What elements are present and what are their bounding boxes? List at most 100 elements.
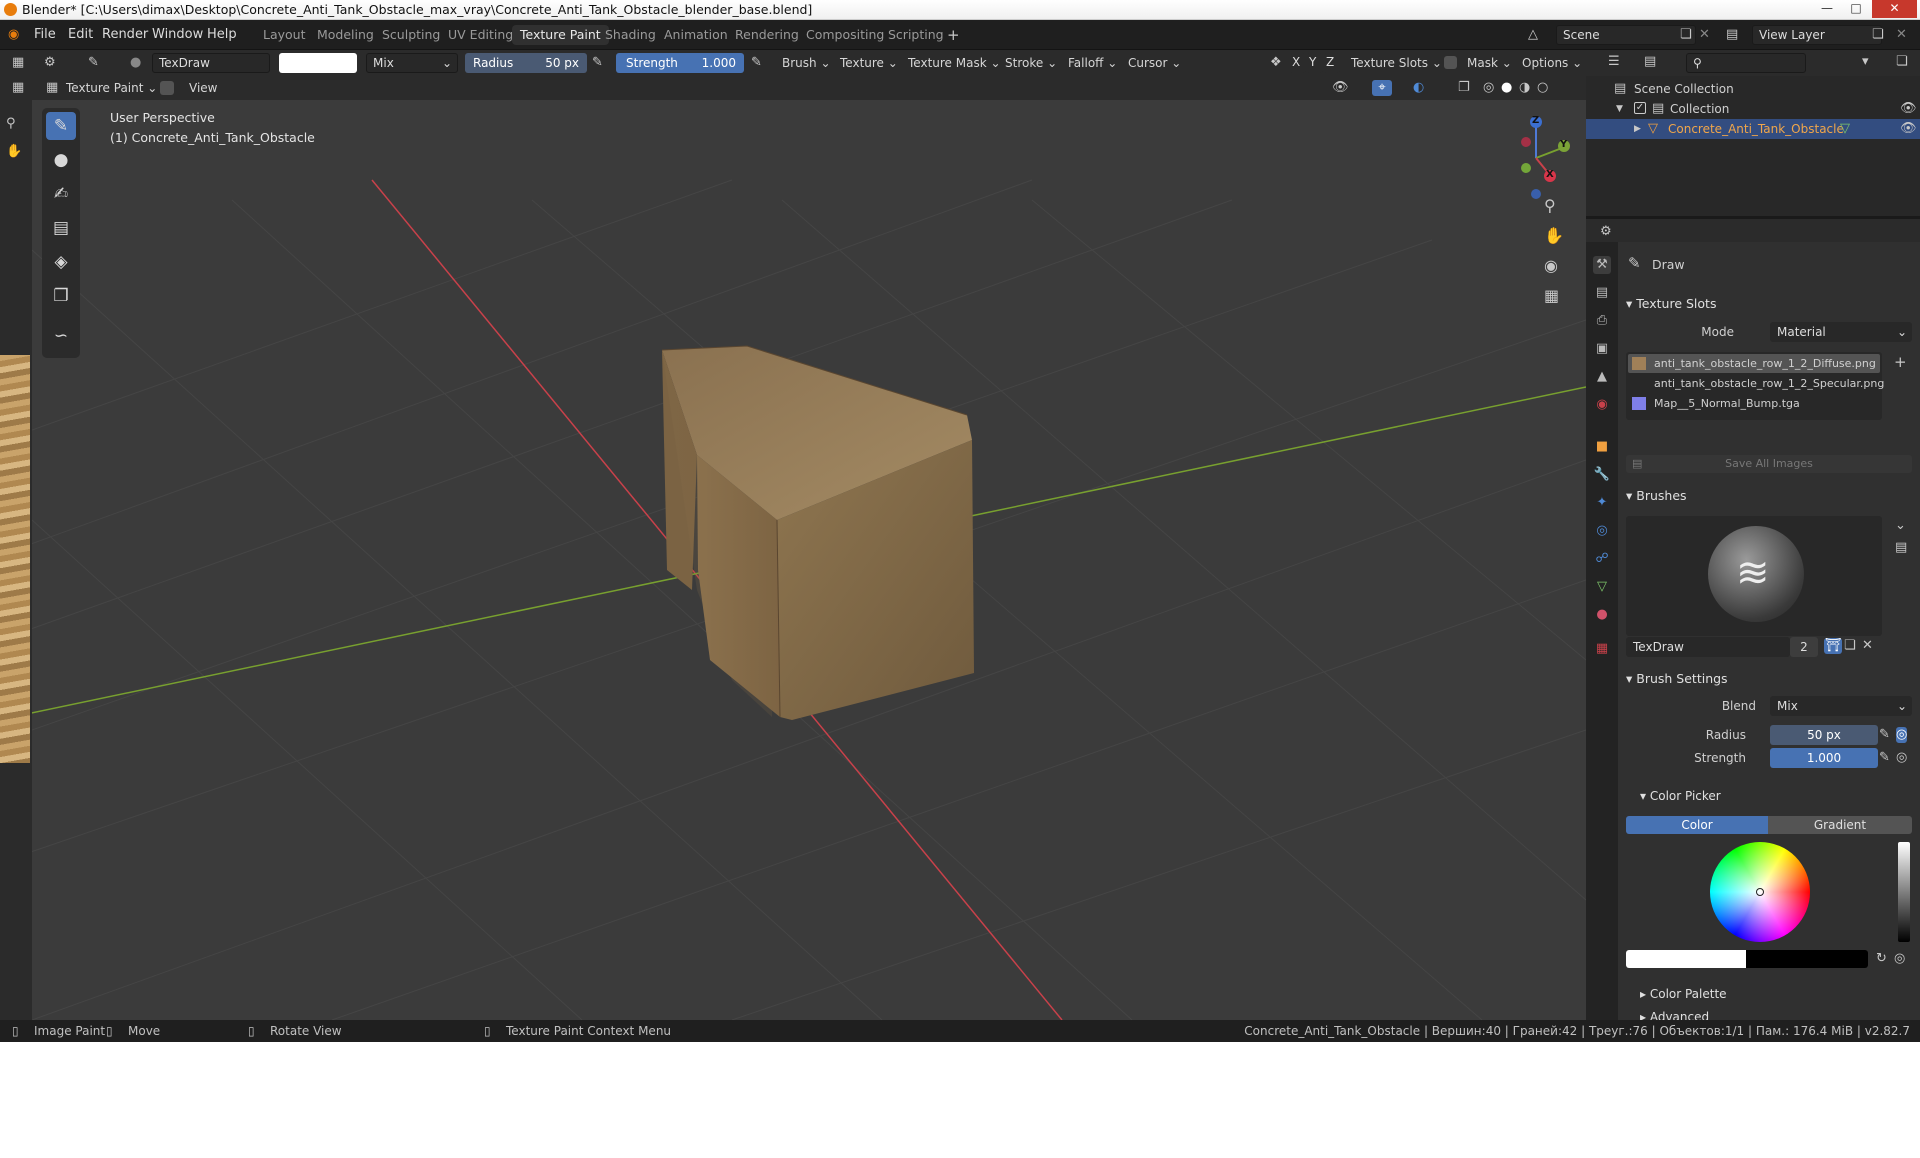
brush-name-field[interactable]: TexDraw <box>152 53 270 73</box>
navigation-gizmo[interactable]: Z Y X <box>1490 110 1586 210</box>
object-visibility-icon[interactable]: 👁 <box>1900 121 1917 137</box>
annotate-tool-icon[interactable]: ∽ <box>46 322 76 350</box>
swap-colors-icon[interactable]: ↻ <box>1876 951 1887 967</box>
pan-region-icon[interactable]: ✋ <box>6 144 22 160</box>
view-layer-selector[interactable]: View Layer <box>1752 25 1882 45</box>
outliner-row-scene-collection[interactable]: ▤ Scene Collection <box>1614 79 1914 99</box>
strength-pressure-icon[interactable]: ✎ <box>751 55 762 71</box>
color-wheel-cursor[interactable] <box>1756 888 1764 896</box>
tab-data-icon[interactable]: ▽ <box>1593 578 1611 596</box>
tab-render-icon[interactable]: ▤ <box>1593 284 1611 302</box>
tab-physics-icon[interactable]: ◎ <box>1593 522 1611 540</box>
delete-view-layer-icon[interactable]: ✕ <box>1896 27 1907 43</box>
texture-slots-section-header[interactable]: ▾ Texture Slots <box>1626 296 1716 311</box>
texture-mask-dropdown[interactable]: Texture Mask ⌄ <box>904 53 1005 73</box>
scene-icon[interactable]: △ <box>1528 27 1538 43</box>
smear-tool-icon[interactable]: ✍ <box>46 180 76 208</box>
clone-tool-icon[interactable]: ▤ <box>46 214 76 242</box>
editor-type-icon[interactable]: ▦ <box>12 80 24 96</box>
visibility-icon[interactable]: 👁 <box>1332 80 1349 96</box>
menu-window[interactable]: Window <box>152 27 203 42</box>
mode-dropdown[interactable]: Texture Paint ⌄ <box>62 78 161 98</box>
solid-shading-icon[interactable]: ● <box>1501 80 1512 96</box>
3d-viewport[interactable]: User Perspective (1) Concrete_Anti_Tank_… <box>32 100 1586 1020</box>
fake-user-icon[interactable]: ● <box>130 55 141 71</box>
add-texture-slot-icon[interactable]: + <box>1894 354 1907 370</box>
tab-material-icon[interactable]: ● <box>1593 606 1611 624</box>
collection-checkbox[interactable]: ✓ <box>1634 102 1646 114</box>
strength-pressure-icon[interactable]: ✎ <box>1879 750 1890 766</box>
tab-modeling[interactable]: Modeling <box>309 25 382 45</box>
brushes-section-header[interactable]: ▾ Brushes <box>1626 488 1687 503</box>
options-dropdown[interactable]: Options ⌄ <box>1518 53 1586 73</box>
tab-sculpting[interactable]: Sculpting <box>374 25 448 45</box>
blend-dropdown[interactable]: Mix ⌄ <box>1770 696 1912 716</box>
brush-settings-section-header[interactable]: ▾ Brush Settings <box>1626 671 1728 686</box>
add-workspace-icon[interactable]: + <box>947 27 960 43</box>
radius-unit-icon[interactable]: ◎ <box>1896 727 1908 743</box>
primary-color-swatch[interactable] <box>1626 950 1746 968</box>
new-scene-icon[interactable]: ❏ <box>1680 27 1692 43</box>
brush-users-count[interactable]: 2 <box>1790 637 1818 657</box>
tab-shading[interactable]: Shading <box>597 25 664 45</box>
outliner-view-icon[interactable]: ▤ <box>1644 54 1656 70</box>
menu-help[interactable]: Help <box>207 27 237 42</box>
texture-dropdown[interactable]: Texture ⌄ <box>836 53 902 73</box>
tab-animation[interactable]: Animation <box>656 25 736 45</box>
color-eyedropper-icon[interactable]: ◎ <box>1894 951 1905 967</box>
falloff-dropdown[interactable]: Falloff ⌄ <box>1064 53 1121 73</box>
new-collection-icon[interactable]: ❏ <box>1896 54 1908 70</box>
editor-type-icon[interactable]: ▦ <box>12 55 24 71</box>
draw-tool-icon[interactable]: ✎ <box>46 112 76 140</box>
material-shading-icon[interactable]: ◑ <box>1519 80 1530 96</box>
paint-mask-toggle[interactable] <box>160 81 174 95</box>
wireframe-shading-icon[interactable]: ◎ <box>1483 80 1494 96</box>
view-menu[interactable]: View <box>185 78 221 98</box>
ortho-toggle-icon[interactable]: ▦ <box>1544 288 1559 304</box>
color-tab[interactable]: Color <box>1626 816 1768 834</box>
tab-compositing[interactable]: Compositing <box>798 25 892 45</box>
menu-edit[interactable]: Edit <box>68 27 93 42</box>
zoom-icon[interactable]: ⚲ <box>1544 198 1556 214</box>
tab-layout[interactable]: Layout <box>255 25 314 45</box>
menu-render[interactable]: Render <box>102 27 148 42</box>
fill-tool-icon[interactable]: ◈ <box>46 248 76 276</box>
tool-settings-icon[interactable]: ⚙ <box>44 55 56 71</box>
texture-slot-item[interactable]: anti_tank_obstacle_row_1_2_Diffuse.png <box>1628 354 1880 373</box>
strength-slider[interactable]: Strength 1.000 <box>616 53 744 73</box>
brush-color-swatch[interactable] <box>279 53 357 73</box>
radius-pressure-icon[interactable]: ✎ <box>592 55 603 71</box>
color-picker-section-header[interactable]: ▾ Color Picker <box>1640 789 1721 803</box>
maximize-button[interactable]: □ <box>1843 0 1869 18</box>
symmetry-icon[interactable]: ❖ <box>1270 55 1282 71</box>
mirror-z-toggle[interactable]: Z <box>1323 53 1340 73</box>
strength-slider[interactable]: 1.000 <box>1770 748 1878 768</box>
collection-visibility-icon[interactable]: 👁 <box>1900 101 1917 117</box>
tab-output-icon[interactable]: ⎙ <box>1593 312 1611 330</box>
tab-modifiers-icon[interactable]: 🔧 <box>1593 466 1611 484</box>
mode-dropdown[interactable]: Material ⌄ <box>1770 322 1912 342</box>
brush-image-icon[interactable]: ▤ <box>1895 540 1907 556</box>
close-button[interactable]: ✕ <box>1872 0 1917 18</box>
soften-tool-icon[interactable]: ● <box>46 146 76 174</box>
tab-particles-icon[interactable]: ✦ <box>1593 494 1611 512</box>
outliner-display-mode-icon[interactable]: ☰ <box>1608 54 1620 70</box>
color-wheel[interactable] <box>1710 842 1810 942</box>
blend-mode-dropdown[interactable]: Mix ⌄ <box>366 53 458 73</box>
secondary-color-swatch[interactable] <box>1746 950 1868 968</box>
strength-unit-icon[interactable]: ◎ <box>1896 750 1907 766</box>
duplicate-brush-icon[interactable]: ❏ <box>1844 638 1856 654</box>
tab-view-layer-icon[interactable]: ▣ <box>1593 340 1611 358</box>
properties-editor-icon[interactable]: ⚙ <box>1600 224 1612 240</box>
tab-rendering[interactable]: Rendering <box>727 25 807 45</box>
gradient-tab[interactable]: Gradient <box>1768 816 1912 834</box>
expand-arrow-icon[interactable]: ▶ <box>1634 121 1641 137</box>
outliner-row-object[interactable]: ▶ ▽ Concrete_Anti_Tank_Obstacle ▽ 👁 <box>1586 119 1920 139</box>
tab-scene-icon[interactable]: ▲ <box>1593 368 1611 386</box>
color-palette-section-header[interactable]: ▸ Color Palette <box>1640 987 1727 1001</box>
outliner-row-collection[interactable]: ▼ ✓ ▤ Collection 👁 <box>1614 99 1917 119</box>
save-all-images-button[interactable]: ▤ Save All Images <box>1626 455 1912 473</box>
mask-checkbox[interactable] <box>1444 56 1457 69</box>
radius-slider[interactable]: 50 px <box>1770 725 1878 745</box>
outliner-search-input[interactable]: ⚲ <box>1686 53 1806 73</box>
